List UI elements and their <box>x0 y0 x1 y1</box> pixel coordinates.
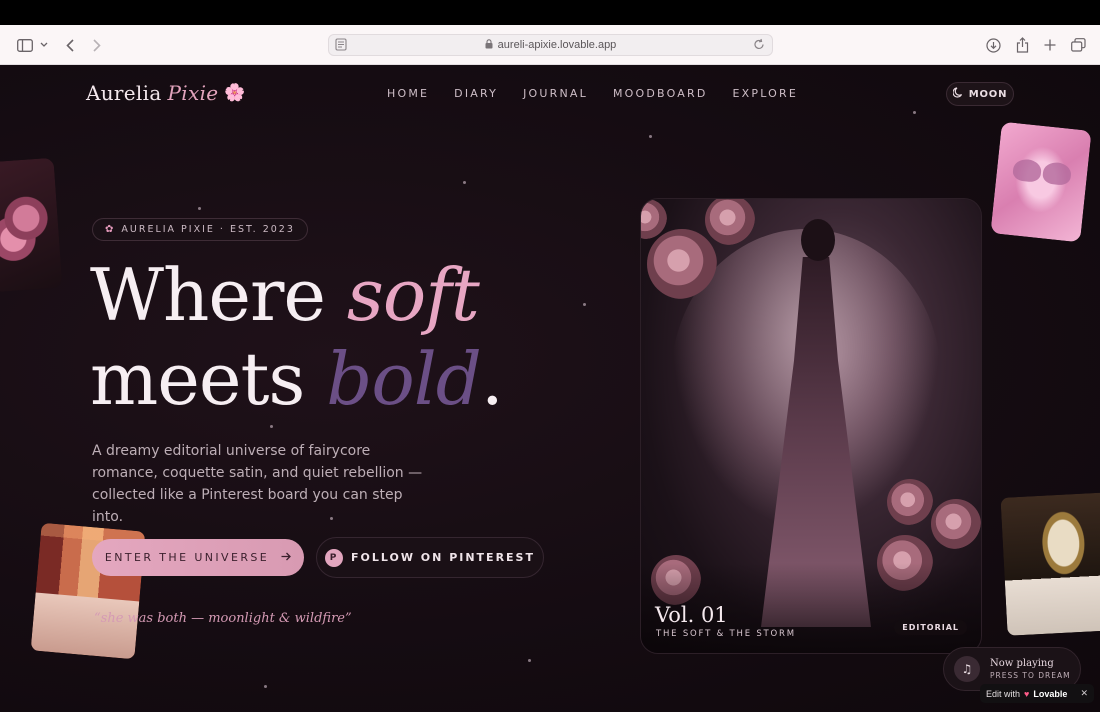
rose-decoration <box>887 479 933 525</box>
star-decoration <box>528 659 531 662</box>
headline-word: Where <box>90 253 347 337</box>
nav-explore[interactable]: EXPLORE <box>733 87 799 100</box>
star-decoration <box>264 685 267 688</box>
rose-decoration <box>641 199 667 239</box>
sidebar-toggle-icon[interactable] <box>14 25 36 65</box>
headline-period: . <box>480 337 504 421</box>
moon-icon <box>952 87 964 101</box>
vanity-photo-card <box>1000 492 1100 636</box>
pinterest-icon: P <box>325 548 343 567</box>
new-tab-icon[interactable] <box>1041 25 1059 65</box>
butterfly-photo-card <box>990 121 1092 243</box>
now-playing-subtitle: PRESS TO DREAM <box>990 671 1071 680</box>
headline-line-2: meets bold. <box>90 337 504 421</box>
est-badge: ✿ AURELIA PIXIE · EST. 2023 <box>92 218 308 241</box>
nav-moodboard[interactable]: MOODBOARD <box>613 87 708 100</box>
share-icon[interactable] <box>1013 25 1031 65</box>
lock-icon <box>485 38 493 52</box>
badge-label: AURELIA PIXIE · EST. 2023 <box>121 224 295 235</box>
reload-icon[interactable] <box>753 38 765 54</box>
star-decoration <box>198 207 201 210</box>
star-decoration <box>913 111 916 114</box>
butterfly-wing <box>1041 161 1073 187</box>
bed-shape <box>30 592 140 660</box>
close-icon[interactable]: ✕ <box>1080 688 1088 699</box>
lovable-brand: Lovable <box>1033 688 1068 699</box>
reader-icon[interactable] <box>335 38 347 54</box>
download-icon[interactable] <box>984 25 1002 65</box>
headline-line-1: Where soft <box>90 253 480 337</box>
follow-pinterest-label: FOLLOW ON PINTEREST <box>351 551 535 564</box>
editorial-feature-card[interactable]: Vol. 01 THE SOFT & THE STORM EDITORIAL <box>640 198 982 654</box>
follow-pinterest-button[interactable]: P FOLLOW ON PINTEREST <box>316 537 544 578</box>
lovable-prefix: Edit with <box>986 688 1021 699</box>
now-playing-title: Now playing <box>990 658 1054 669</box>
hero-quote: “she was both — moonlight & wildfire” <box>94 611 352 626</box>
url-text: aureli-apixie.lovable.app <box>497 39 617 51</box>
bride-head <box>801 219 835 261</box>
roses-photo-card <box>0 157 63 293</box>
star-decoration <box>583 303 586 306</box>
music-note-icon: ♫ <box>954 656 980 682</box>
flower-icon: 🌸 <box>224 83 246 103</box>
nav-diary[interactable]: DIARY <box>454 87 498 100</box>
flower-icon: ✿ <box>105 224 116 235</box>
lovable-heart-icon: ♥ <box>1024 688 1030 699</box>
hero-headline: Where soft meets bold. <box>90 253 504 421</box>
page: Aurelia Pixie 🌸 HOME DIARY JOURNAL MOODB… <box>0 65 1100 712</box>
rose-decoration <box>647 229 717 299</box>
headline-word: meets <box>90 337 327 421</box>
nav-home[interactable]: HOME <box>387 87 429 100</box>
enter-universe-label: ENTER THE UNIVERSE <box>104 551 270 564</box>
headline-accent-soft: soft <box>346 253 480 337</box>
feature-subtitle: THE SOFT & THE STORM <box>656 629 796 639</box>
star-decoration <box>270 425 273 428</box>
system-top-bar <box>0 0 1100 25</box>
headline-accent-bold: bold <box>326 337 482 421</box>
theme-toggle-button[interactable]: MOON <box>946 82 1014 106</box>
logo-name: Aurelia <box>86 81 162 105</box>
star-decoration <box>463 181 466 184</box>
address-bar[interactable]: aureli-apixie.lovable.app <box>328 34 773 56</box>
enter-universe-button[interactable]: ENTER THE UNIVERSE <box>92 539 304 576</box>
site-logo[interactable]: Aurelia Pixie 🌸 <box>86 81 246 105</box>
feature-title: Vol. 01 <box>655 603 728 627</box>
rose-decoration <box>705 199 755 245</box>
star-decoration <box>649 135 652 138</box>
forward-icon[interactable] <box>89 25 105 65</box>
nav-journal[interactable]: JOURNAL <box>523 87 588 100</box>
tab-overview-icon[interactable] <box>1069 25 1087 65</box>
logo-accent: Pixie <box>167 81 219 105</box>
browser-toolbar: aureli-apixie.lovable.app <box>0 25 1100 65</box>
rose-decoration <box>931 499 981 549</box>
arrow-right-icon <box>281 551 292 564</box>
theme-toggle-label: MOON <box>968 88 1008 100</box>
main-nav: HOME DIARY JOURNAL MOODBOARD EXPLORE <box>387 87 798 100</box>
hero-subtitle: A dreamy editorial universe of fairycore… <box>92 443 423 525</box>
back-icon[interactable] <box>62 25 78 65</box>
butterfly-wing <box>1012 158 1043 183</box>
editorial-tag: EDITORIAL <box>894 620 967 635</box>
edit-with-lovable-badge[interactable]: Edit with ♥ Lovable ✕ <box>980 684 1094 703</box>
chevron-down-icon[interactable] <box>38 25 50 65</box>
